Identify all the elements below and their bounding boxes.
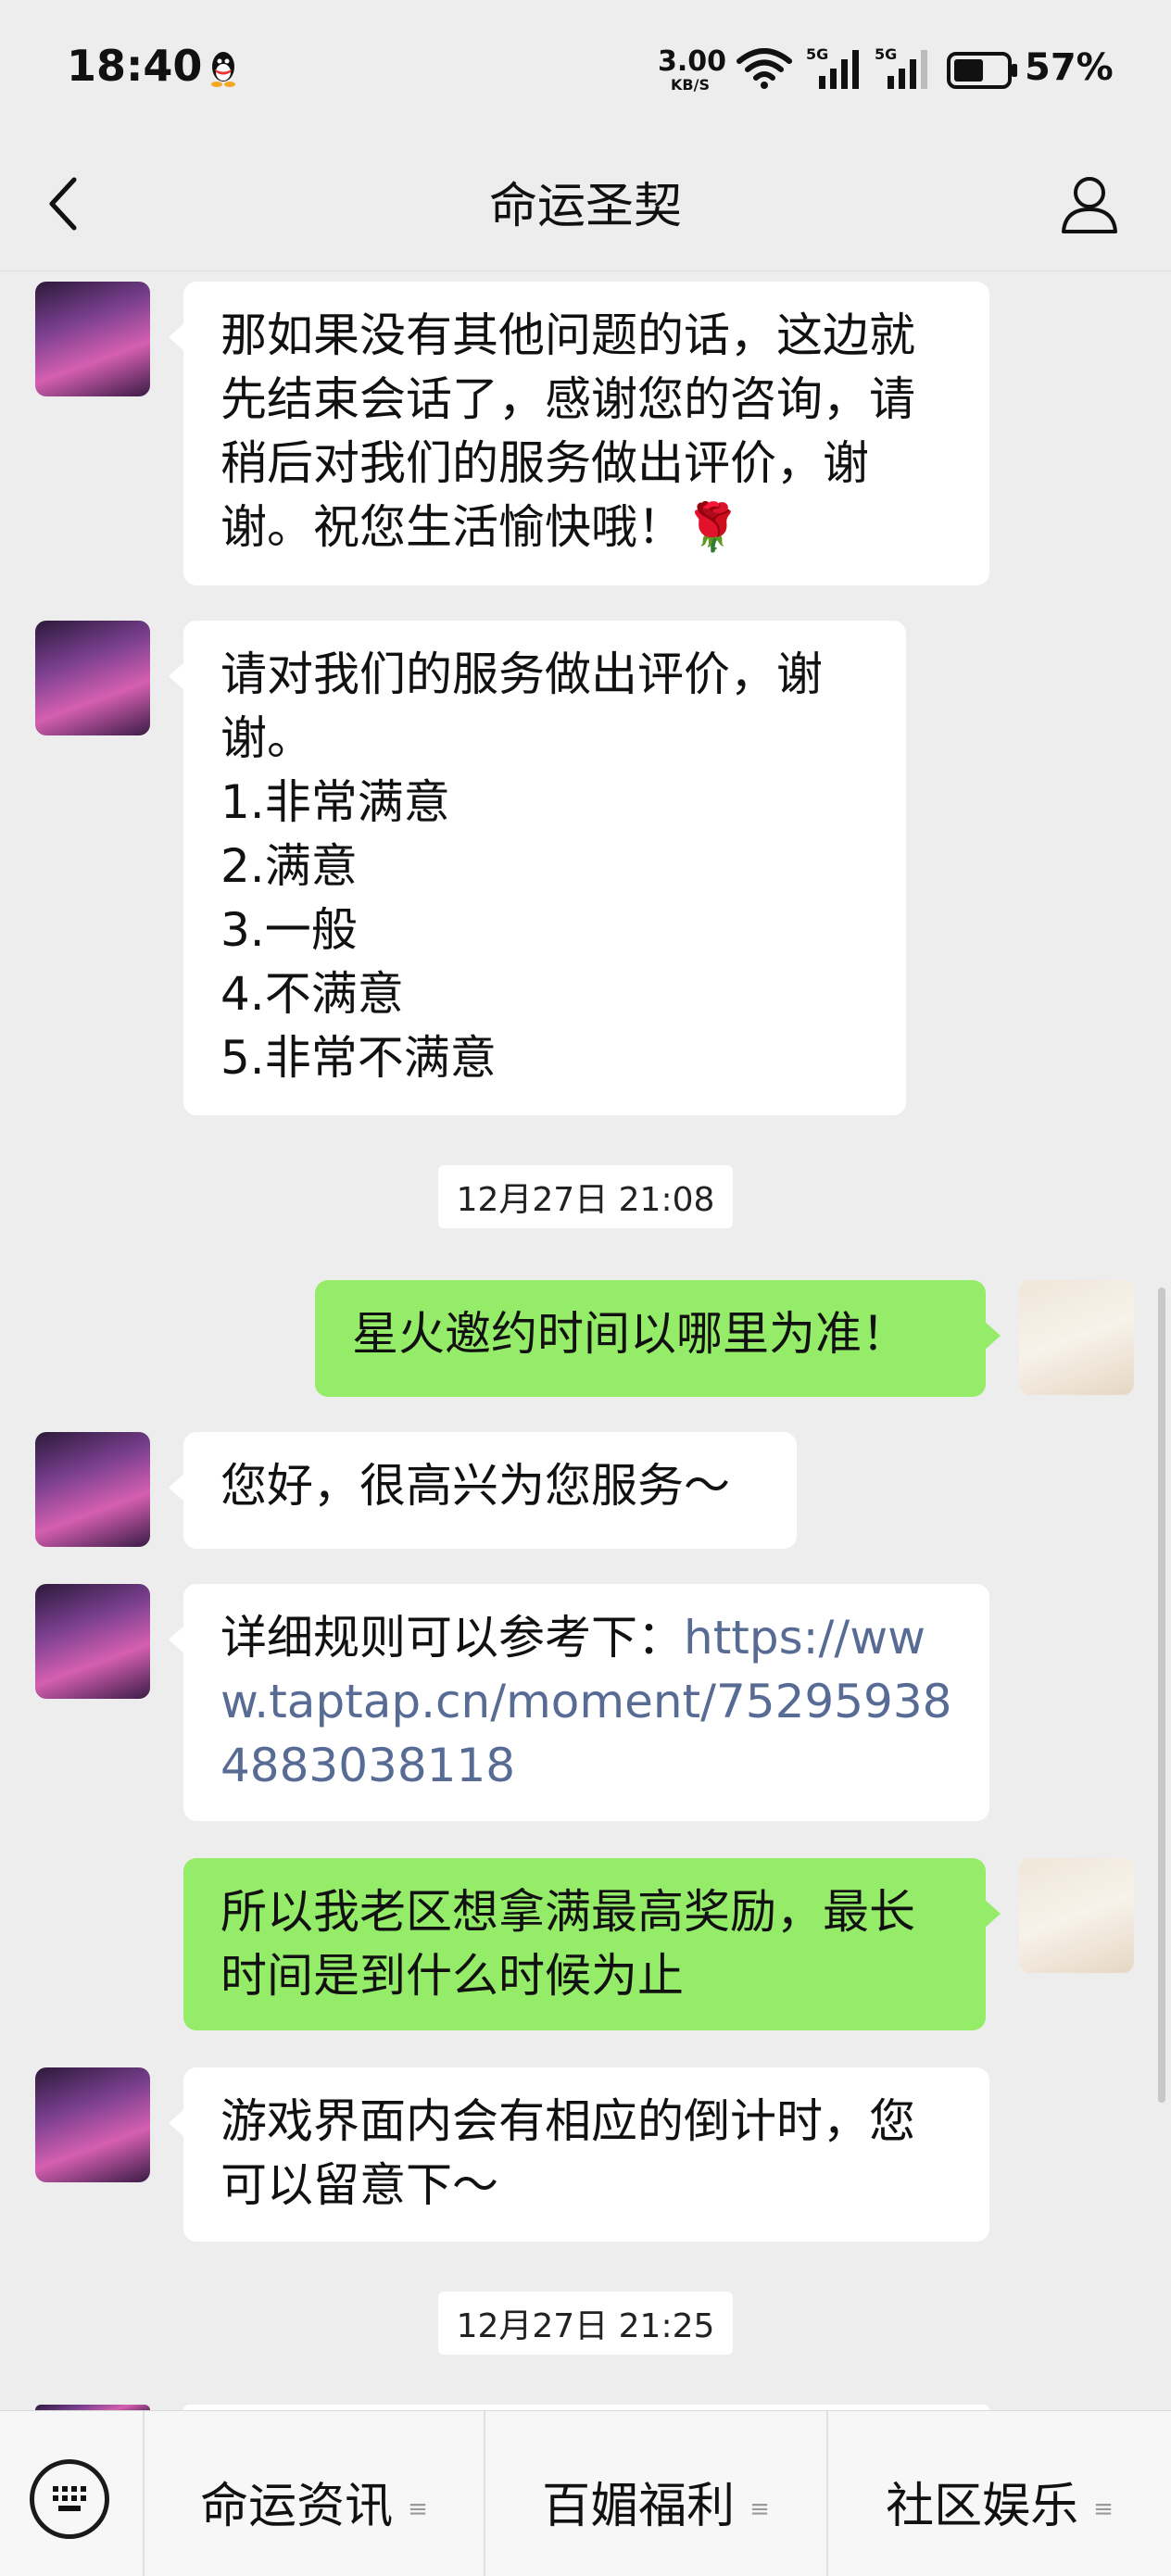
message-bubble[interactable]: 游戏界面内会有相应的倒计时，您可以留意下～ [169,2067,989,2242]
status-bar: 18:40 3.00 KB/S 5G 5G 57% [0,0,1171,139]
chat-title: 命运圣契 [488,179,682,234]
message-bubble[interactable]: 所以我老区想拿满最高奖励，最长时间是到什么时候为止 [183,1858,1001,2030]
menu-lines-icon: ≡ [749,2495,770,2523]
bottom-menu-bar: 命运资讯 ≡ 百媚福利 ≡ 社区娱乐 ≡ [0,2410,1171,2576]
message-bubble[interactable]: 请对我们的服务做出评价，谢谢。 1.非常满意 2.满意 3.一般 4.不满意 5… [169,621,906,1115]
battery-fill [954,59,983,82]
signal-icon: 5G [806,46,859,89]
menu-item-label: 社区娱乐 [886,2479,1079,2534]
menu-item-label: 命运资讯 [200,2479,394,2534]
signal1-label: 5G [806,46,828,63]
person-icon[interactable] [1058,172,1121,235]
timestamp-text: 12月27日 21:25 [437,2292,734,2355]
menu-lines-icon: ≡ [408,2495,428,2523]
menu-item-community[interactable]: 社区娱乐 ≡ [826,2411,1171,2576]
menu-item-label: 百媚福利 [542,2479,736,2534]
menu-item-news[interactable]: 命运资讯 ≡ [143,2411,484,2576]
message-bubble[interactable]: 星火邀约时间以哪里为准！ [315,1280,1001,1397]
message-bubble[interactable]: 详细规则可以参考下：https://www.taptap.cn/moment/7… [169,1584,989,1821]
timestamp: 12月27日 21:08 [0,1165,1171,1228]
agent-avatar[interactable] [35,1584,150,1699]
signal-icon: 5G [875,46,927,89]
agent-avatar[interactable] [35,282,150,396]
chat-header: 命运圣契 [0,139,1171,271]
signal2-label: 5G [875,46,897,63]
agent-avatar[interactable] [35,1432,150,1547]
net-speed: 3.00 KB/S [658,45,727,94]
net-speed-value: 3.00 [658,45,727,78]
agent-avatar[interactable] [35,2067,150,2182]
menu-item-welfare[interactable]: 百媚福利 ≡ [484,2411,826,2576]
agent-avatar[interactable] [35,621,150,735]
user-avatar[interactable] [1019,1280,1134,1395]
scrollbar[interactable] [1158,1288,1165,2103]
wifi-icon [737,48,792,89]
net-speed-unit: KB/S [671,76,710,94]
menu-lines-icon: ≡ [1093,2495,1114,2523]
message-text: 详细规则可以参考下： [220,1611,684,1665]
timestamp: 12月27日 21:25 [0,2292,1171,2355]
qq-icon [211,52,235,87]
battery-percent: 57% [1025,46,1114,89]
timestamp-text: 12月27日 21:08 [437,1165,734,1228]
message-bubble[interactable]: 那如果没有其他问题的话，这边就先结束会话了，感谢您的咨询，请稍后对我们的服务做出… [169,282,989,585]
status-time: 18:40 [67,41,203,91]
user-avatar[interactable] [1019,1858,1134,1973]
message-bubble[interactable]: 您好，很高兴为您服务～ [169,1432,797,1549]
battery-icon [947,52,1017,89]
keyboard-icon[interactable] [30,2459,109,2539]
